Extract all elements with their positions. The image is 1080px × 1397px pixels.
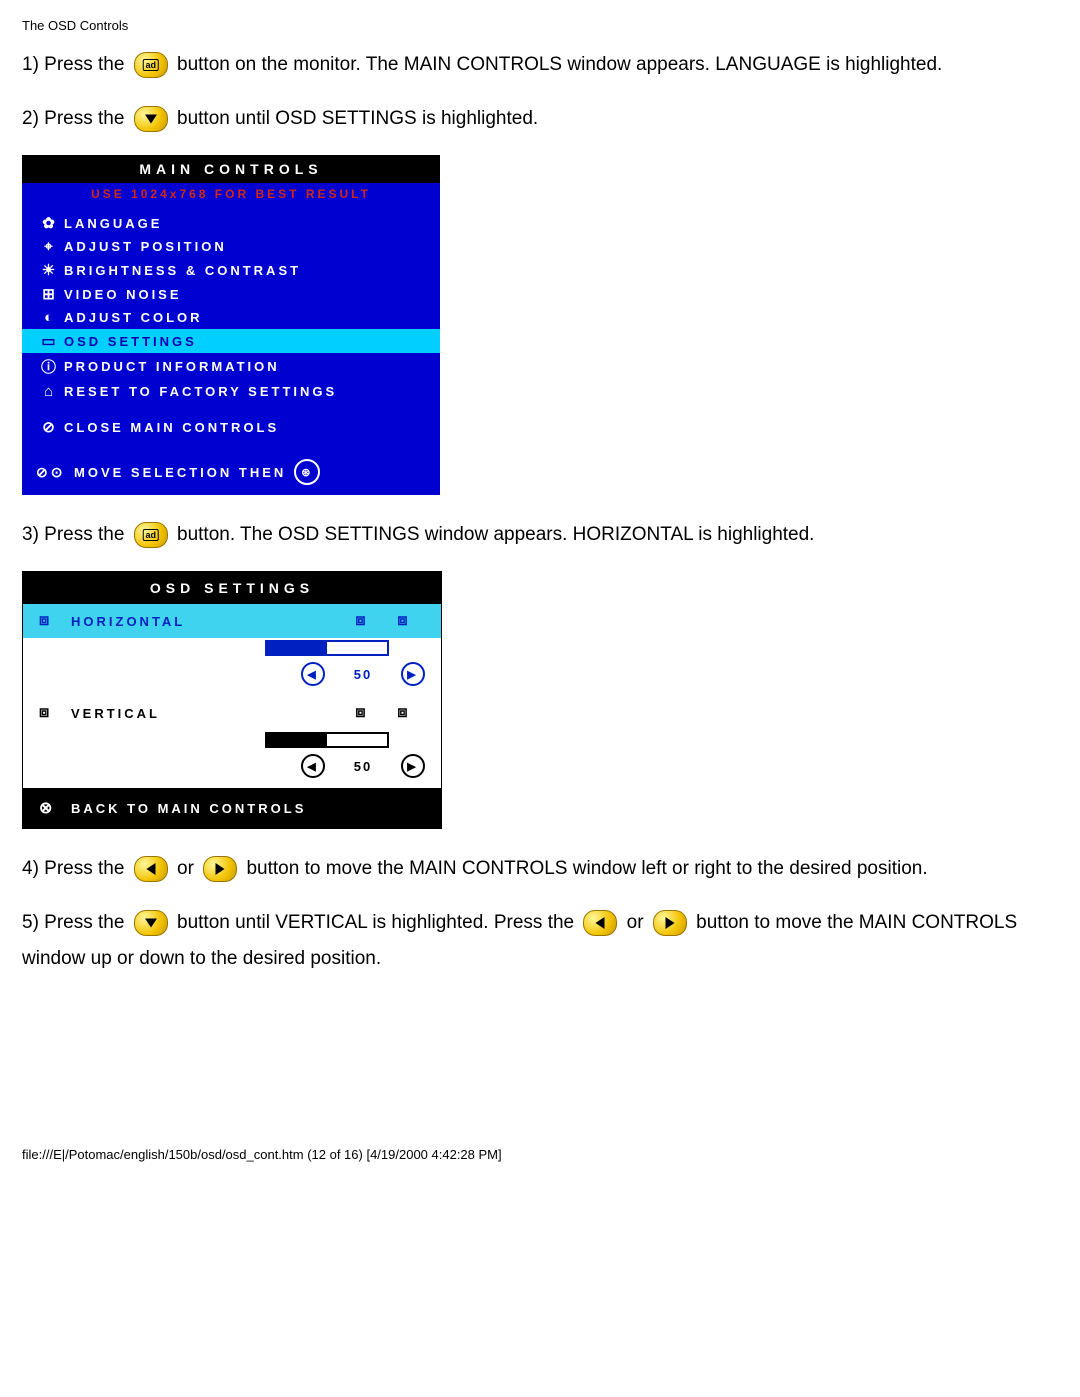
close-main-controls[interactable]: ⊘ CLOSE MAIN CONTROLS — [22, 415, 440, 439]
left-button-icon — [134, 856, 168, 882]
page-header: The OSD Controls — [22, 18, 1058, 33]
menu-item-label: ADJUST COLOR — [64, 310, 430, 325]
reset-icon: ⌂ — [36, 383, 64, 400]
menu-item-video-noise[interactable]: ⊞ VIDEO NOISE — [22, 282, 440, 306]
vertical-label: VERTICAL — [71, 706, 341, 721]
back-icon: ⊗ — [39, 798, 71, 818]
close-icon: ⊘ — [36, 418, 64, 436]
language-icon: ✿ — [36, 214, 64, 232]
horizontal-value: 50 — [339, 667, 387, 682]
vertical-value-row: ◀ 50 ▶ — [23, 750, 441, 788]
main-controls-panel: MAIN CONTROLS USE 1024x768 FOR BEST RESU… — [22, 155, 440, 495]
menu-item-label: ADJUST POSITION — [64, 239, 430, 254]
step-4-text-a: 4) Press the — [22, 858, 130, 879]
osd-row-horizontal[interactable]: ⧈ HORIZONTAL ⧈ ⧈ — [23, 604, 441, 638]
decrease-icon[interactable]: ◀ — [301, 662, 325, 686]
step-3-text-a: 3) Press the — [22, 524, 130, 545]
step-5-text-a: 5) Press the — [22, 912, 130, 933]
osd-row-vertical[interactable]: ⧈ VERTICAL ⧈ ⧈ — [23, 696, 441, 730]
vertical-slider[interactable] — [265, 732, 389, 748]
menu-item-label: PRODUCT INFORMATION — [64, 359, 430, 374]
menu-item-product-information[interactable]: ⓘ PRODUCT INFORMATION — [22, 353, 440, 380]
vertical-value: 50 — [339, 759, 387, 774]
menu-item-label: BRIGHTNESS & CONTRAST — [64, 263, 430, 278]
step-2: 2) Press the button until OSD SETTINGS i… — [22, 101, 1058, 137]
step-3: 3) Press the button. The OSD SETTINGS wi… — [22, 517, 1058, 553]
hpos-left-icon: ⧈ — [341, 612, 383, 630]
noise-icon: ⊞ — [36, 285, 64, 303]
menu-item-label: LANGUAGE — [64, 216, 430, 231]
menu-item-adjust-color[interactable]: ◐ ADJUST COLOR — [22, 306, 440, 329]
step-5-text-b: button until VERTICAL is highlighted. Pr… — [177, 912, 579, 933]
step-4-text-c: button to move the MAIN CONTROLS window … — [246, 858, 927, 879]
resolution-hint: USE 1024x768 FOR BEST RESULT — [22, 183, 440, 211]
down-button-icon — [134, 910, 168, 936]
menu-item-reset-factory[interactable]: ⌂ RESET TO FACTORY SETTINGS — [22, 380, 440, 403]
nav-arrows-icon: ⊘⊙ — [36, 464, 74, 481]
step-5-text-c: or — [627, 912, 649, 933]
back-to-main-controls[interactable]: ⊗ BACK TO MAIN CONTROLS — [23, 788, 441, 828]
color-icon: ◐ — [36, 309, 64, 326]
osd-settings-panel: OSD SETTINGS ⧈ HORIZONTAL ⧈ ⧈ ◀ 50 ▶ ⧈ V… — [22, 571, 442, 829]
menu-item-osd-settings[interactable]: ▭ OSD SETTINGS — [22, 329, 440, 353]
step-4-text-b: or — [177, 858, 199, 879]
horizontal-value-row: ◀ 50 ▶ — [23, 658, 441, 696]
close-label: CLOSE MAIN CONTROLS — [64, 420, 430, 435]
step-4: 4) Press the or button to move the MAIN … — [22, 851, 1058, 887]
osd-settings-title: OSD SETTINGS — [23, 572, 441, 604]
menu-item-label: OSD SETTINGS — [64, 334, 430, 349]
increase-icon[interactable]: ▶ — [401, 754, 425, 778]
step-1: 1) Press the button on the monitor. The … — [22, 47, 1058, 83]
step-1-text-a: 1) Press the — [22, 54, 130, 75]
decrease-icon[interactable]: ◀ — [301, 754, 325, 778]
ok-button-icon — [134, 52, 168, 78]
main-controls-title: MAIN CONTROLS — [22, 155, 440, 183]
step-3-text-b: button. The OSD SETTINGS window appears.… — [177, 524, 814, 545]
vpos-down-icon: ⧈ — [383, 704, 425, 722]
horizontal-icon: ⧈ — [39, 612, 71, 630]
menu-item-language[interactable]: ✿ LANGUAGE — [22, 211, 440, 235]
ok-button-icon — [134, 522, 168, 548]
info-icon: ⓘ — [36, 356, 64, 377]
step-5: 5) Press the button until VERTICAL is hi… — [22, 905, 1058, 977]
vertical-bar-row — [23, 730, 441, 750]
hpos-right-icon: ⧈ — [383, 612, 425, 630]
right-button-icon — [203, 856, 237, 882]
vertical-icon: ⧈ — [39, 704, 71, 722]
menu-item-brightness-contrast[interactable]: ☀ BRIGHTNESS & CONTRAST — [22, 258, 440, 282]
menu-item-label: VIDEO NOISE — [64, 287, 430, 302]
right-button-icon — [653, 910, 687, 936]
move-label: MOVE SELECTION THEN — [74, 465, 286, 480]
left-button-icon — [583, 910, 617, 936]
back-label: BACK TO MAIN CONTROLS — [71, 801, 306, 816]
position-icon: ⌖ — [36, 238, 64, 255]
increase-icon[interactable]: ▶ — [401, 662, 425, 686]
menu-item-label: RESET TO FACTORY SETTINGS — [64, 384, 430, 399]
brightness-icon: ☀ — [36, 261, 64, 279]
horizontal-bar-row — [23, 638, 441, 658]
step-1-text-b: button on the monitor. The MAIN CONTROLS… — [177, 54, 942, 75]
down-button-icon — [134, 106, 168, 132]
confirm-icon: ⊛ — [294, 459, 320, 485]
step-2-text-b: button until OSD SETTINGS is highlighted… — [177, 108, 538, 129]
page-footer: file:///E|/Potomac/english/150b/osd/osd_… — [22, 1147, 1058, 1162]
move-selection-bar: ⊘⊙ MOVE SELECTION THEN ⊛ — [22, 451, 440, 495]
vpos-up-icon: ⧈ — [341, 704, 383, 722]
osd-icon: ▭ — [36, 332, 64, 350]
menu-item-adjust-position[interactable]: ⌖ ADJUST POSITION — [22, 235, 440, 258]
horizontal-label: HORIZONTAL — [71, 614, 341, 629]
horizontal-slider[interactable] — [265, 640, 389, 656]
step-2-text-a: 2) Press the — [22, 108, 130, 129]
